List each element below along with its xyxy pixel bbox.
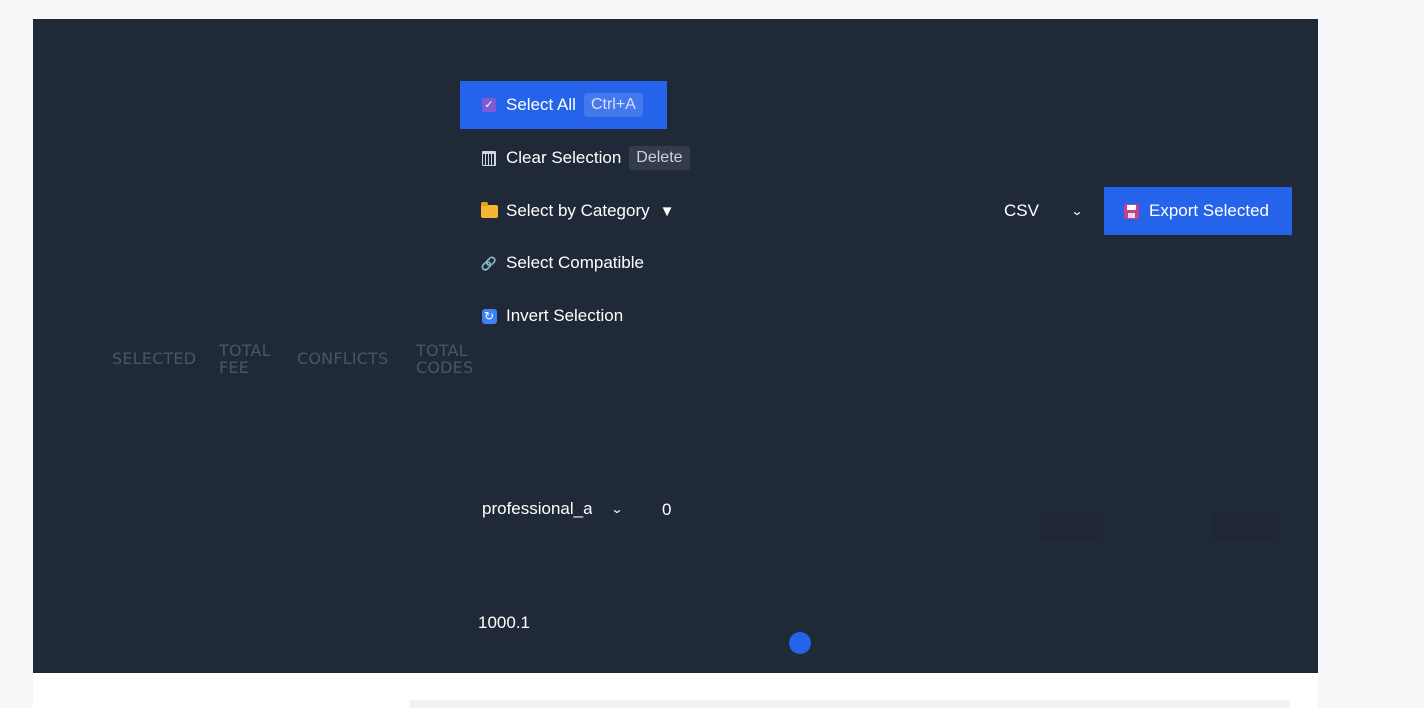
clear-selection-label: Clear Selection [506, 148, 622, 167]
select-all-menu-item[interactable]: ✓ Select All Ctrl+A [460, 81, 667, 129]
refresh-icon: ↻ [480, 307, 498, 325]
category-filter-value: professional_a [482, 499, 592, 518]
clear-selection-menu-item[interactable]: Clear Selection Delete [460, 134, 706, 182]
category-filter-select[interactable]: professional_a ⌄ [474, 494, 634, 524]
select-by-category-label: Select by Category [506, 201, 650, 220]
export-selected-button[interactable]: Export Selected [1104, 187, 1292, 235]
clear-selection-shortcut: Delete [629, 146, 690, 170]
range-slider-thumb[interactable] [789, 632, 811, 654]
folder-icon [480, 201, 498, 220]
export-selected-label: Export Selected [1149, 201, 1270, 220]
faint-action-button[interactable] [1040, 513, 1103, 539]
select-all-label: Select All [506, 95, 576, 114]
stat-conflicts-label: CONFLICTS [297, 349, 389, 368]
select-all-shortcut: Ctrl+A [583, 93, 643, 117]
chevron-down-icon: ⌄ [1070, 204, 1084, 218]
link-icon: 🔗 [480, 255, 498, 271]
chevron-down-icon: ⌄ [610, 502, 624, 516]
caret-down-icon: ▼ [659, 202, 675, 220]
stat-total-codes-label: TOTAL CODES [416, 341, 474, 377]
export-format-value: CSV [1004, 201, 1039, 220]
select-compatible-label: Select Compatible [506, 253, 644, 272]
floppy-disk-icon [1124, 203, 1139, 219]
stat-total-fee-label: TOTAL FEE [219, 341, 271, 377]
select-compatible-menu-item[interactable]: 🔗 Select Compatible [460, 239, 660, 287]
wastebasket-icon [480, 149, 498, 167]
lower-content-strip [410, 700, 1290, 708]
invert-selection-label: Invert Selection [506, 306, 624, 325]
select-by-category-menu-item[interactable]: Select by Category ▼ [460, 187, 691, 235]
range-value: 1000.1 [478, 613, 530, 632]
invert-selection-menu-item[interactable]: ↻ Invert Selection [460, 292, 639, 340]
count-value: 0 [662, 500, 672, 519]
stat-selected-label: SELECTED [112, 349, 197, 368]
faint-action-button[interactable] [1211, 513, 1274, 539]
checkbox-icon: ✓ [480, 96, 498, 114]
export-format-select[interactable]: CSV ⌄ [990, 195, 1094, 227]
